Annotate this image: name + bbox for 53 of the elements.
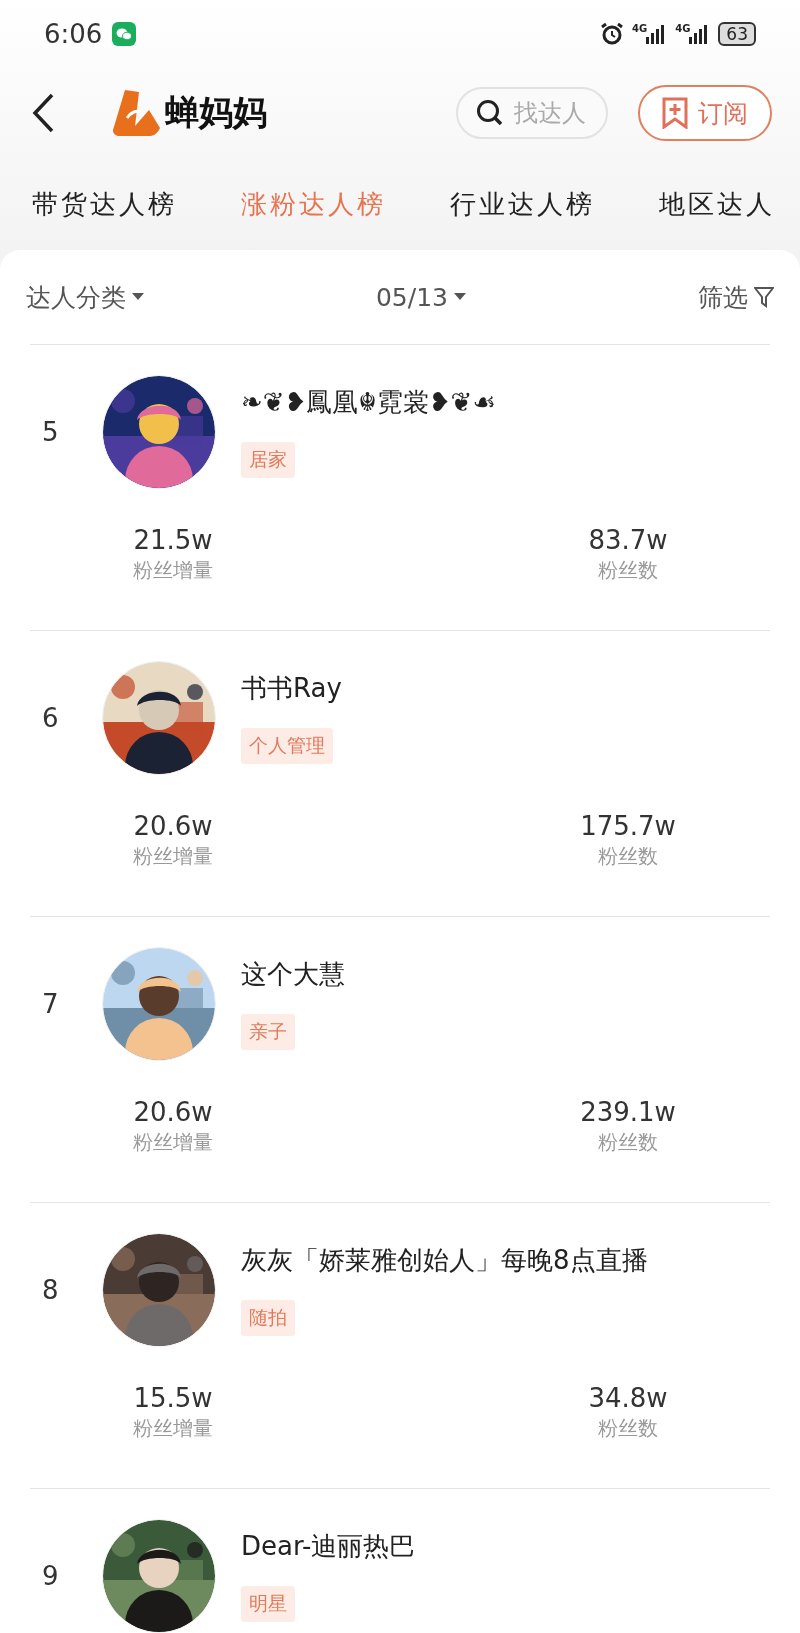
stat-value: 239.1w <box>580 1097 676 1127</box>
category-tag: 随拍 <box>241 1300 295 1336</box>
creator-name[interactable]: 灰灰「娇莱雅创始人」每晚8点直播 <box>241 1243 648 1278</box>
rank-number: 5 <box>41 417 60 447</box>
alarm-icon <box>600 22 624 46</box>
stat-label: 粉丝数 <box>598 1415 658 1442</box>
stat-value: 15.5w <box>133 1383 213 1413</box>
search-icon <box>476 99 504 127</box>
clock: 6:06 <box>44 19 103 49</box>
logo-icon <box>111 88 161 138</box>
chat-app-icon <box>112 22 137 46</box>
bookmark-plus-icon <box>662 97 688 129</box>
search-field[interactable]: 找达人 <box>512 98 596 128</box>
creator-name[interactable]: ❧❦❥鳳凰☬霓裳❥❦☙ <box>241 385 496 420</box>
date-dropdown[interactable]: 05/13 <box>375 282 466 312</box>
stat-value: 21.5w <box>133 525 213 555</box>
creator-name[interactable]: Dear-迪丽热巴 <box>241 1529 416 1564</box>
rank-number: 9 <box>41 1561 60 1591</box>
stat-label: 粉丝增量 <box>133 1129 213 1156</box>
logo-text: 蝉妈妈 <box>165 91 267 134</box>
stat-label: 粉丝数 <box>598 1129 658 1156</box>
tab[interactable]: 带货达人榜 <box>32 186 177 222</box>
stat-label: 粉丝数 <box>598 843 658 870</box>
creator-name[interactable]: 这个大慧 <box>241 957 345 992</box>
filter-button[interactable]: 筛选 <box>698 280 774 314</box>
category-dropdown[interactable]: 达人分类 <box>26 280 144 314</box>
rank-number: 8 <box>41 1275 60 1305</box>
rank-number: 6 <box>41 703 60 733</box>
rank-number: 7 <box>41 989 60 1019</box>
caret-icon <box>454 293 466 301</box>
network-label: 4G <box>632 23 648 34</box>
stat-label: 粉丝数 <box>598 557 658 584</box>
tab[interactable]: 地区达人 <box>659 186 775 222</box>
network-label: 4G <box>675 23 691 34</box>
search-bar[interactable]: 找达人 <box>456 87 608 139</box>
filter-icon <box>754 286 774 308</box>
caret-icon <box>132 293 144 301</box>
stat-value: 175.7w <box>580 811 676 841</box>
stat-value: 20.6w <box>133 1097 213 1127</box>
category-tag: 居家 <box>241 442 295 478</box>
stat-value: 34.8w <box>588 1383 668 1413</box>
stat-value: 83.7w <box>588 525 668 555</box>
stat-label: 粉丝增量 <box>133 1415 213 1442</box>
stat-value: 20.6w <box>133 811 213 841</box>
stat-label: 粉丝增量 <box>133 843 213 870</box>
category-tag: 个人管理 <box>241 728 333 764</box>
back-icon[interactable] <box>30 92 56 134</box>
creator-name[interactable]: 书书Ray <box>241 671 342 706</box>
category-tag: 亲子 <box>241 1014 295 1050</box>
stat-label: 粉丝增量 <box>133 557 213 584</box>
category-tag: 明星 <box>241 1586 295 1622</box>
tab[interactable]: 行业达人榜 <box>450 186 595 222</box>
battery-level: 63 <box>718 22 756 46</box>
